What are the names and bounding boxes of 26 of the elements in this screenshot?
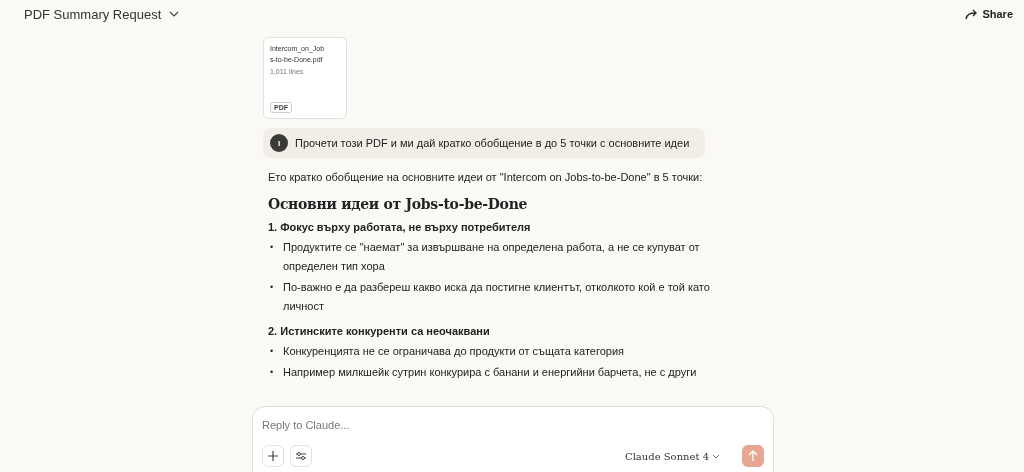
share-button[interactable]: Share	[961, 6, 1017, 22]
bullet-item: Конкуренцията не се ограничава до продукти от същата категория	[283, 344, 625, 359]
bullet-marker: •	[270, 281, 275, 294]
bullet-marker: •	[270, 241, 275, 254]
bullet-marker: •	[270, 345, 275, 358]
message-text: Прочети този PDF и ми дай кратко обобщение в до 5 точки с основните идеи	[295, 137, 690, 149]
chevron-down-icon[interactable]	[169, 11, 180, 17]
bullet-item: Например милкшейк сутрин конкурира с банани и енергийни барчета, не с други	[283, 365, 697, 380]
section-title: 2. Истинските конкуренти са неочаквани	[268, 325, 491, 337]
section-title: 1. Фокус върху работата, не върху потребителя	[268, 221, 532, 233]
share-icon	[965, 8, 979, 20]
reply-heading: Основни идеи от Jobs-to-be-Done	[268, 196, 529, 212]
bullet-item: Продуктите се "наемат" за извършване на определена работа, а не се купуват от определен тип хора	[283, 240, 701, 274]
add-button[interactable]	[262, 445, 284, 467]
chat-title[interactable]: PDF Summary Request	[24, 6, 162, 22]
tools-button[interactable]	[290, 445, 312, 467]
bullet-marker: •	[270, 366, 275, 379]
chevron-down-icon	[712, 453, 720, 459]
plus-icon	[267, 450, 279, 462]
model-selector[interactable]: Claude Sonnet 4	[619, 449, 726, 463]
arrow-up-icon	[748, 450, 758, 462]
user-avatar: I	[270, 134, 288, 152]
bullet-item: По-важно е да разбереш какво иска да постигне клиентът, отколкото кой е той като личност	[283, 280, 711, 314]
sliders-icon	[295, 450, 307, 462]
reply-input[interactable]: Reply to Claude...	[262, 417, 764, 433]
reply-intro: Ето кратко обобщение на основните идеи от "Intercom on Jobs-to-be-Done" в 5 точки:	[268, 171, 704, 183]
